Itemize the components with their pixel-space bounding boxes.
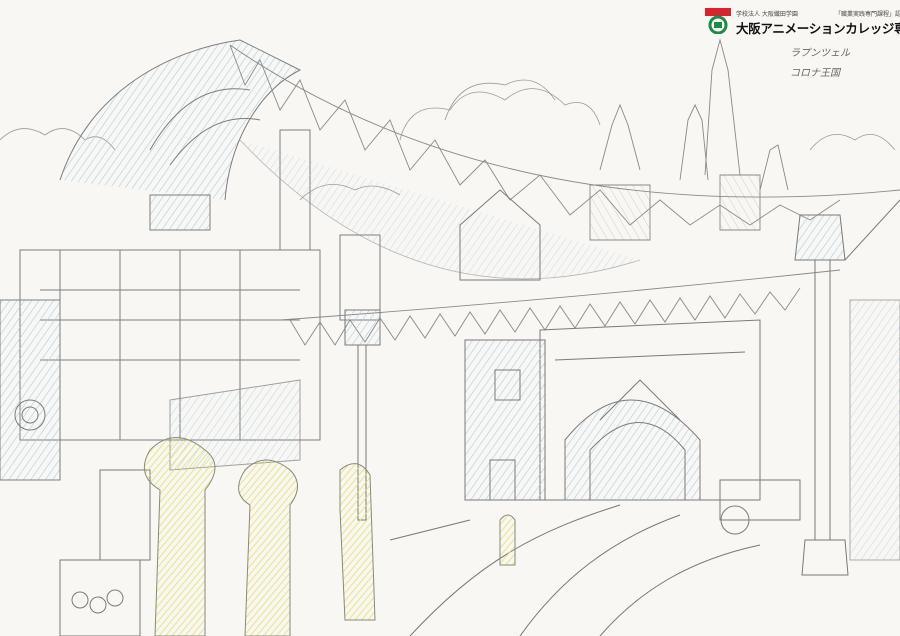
note-line-place: コロナ王国 — [790, 68, 840, 79]
drawing-sheet: 学校法人 大阪織田学園 「職業実践専門課程」認定校 大阪アニメーションカレッジ専… — [0, 0, 900, 636]
town-gate-sketch — [0, 38, 900, 636]
castle-spires — [589, 38, 789, 241]
handwritten-note: ラプンツェル コロナ王国 — [790, 44, 860, 84]
school-header: 学校法人 大阪織田学園 「職業実践専門課程」認定校 大阪アニメーションカレッジ専… — [705, 6, 900, 38]
school-name: 大阪アニメーションカレッジ専門学校 — [736, 21, 900, 36]
foreground-figures — [143, 437, 516, 636]
street — [389, 504, 761, 636]
school-logo-icon — [705, 8, 731, 34]
note-line-title: ラプンツェル — [790, 48, 850, 59]
right-lamp-and-cart — [719, 199, 900, 576]
school-subtitle: 学校法人 大阪織田学園 — [736, 11, 798, 18]
bunting-flags — [229, 44, 900, 346]
school-accreditation: 「職業実践専門課程」認定校 — [835, 11, 900, 18]
